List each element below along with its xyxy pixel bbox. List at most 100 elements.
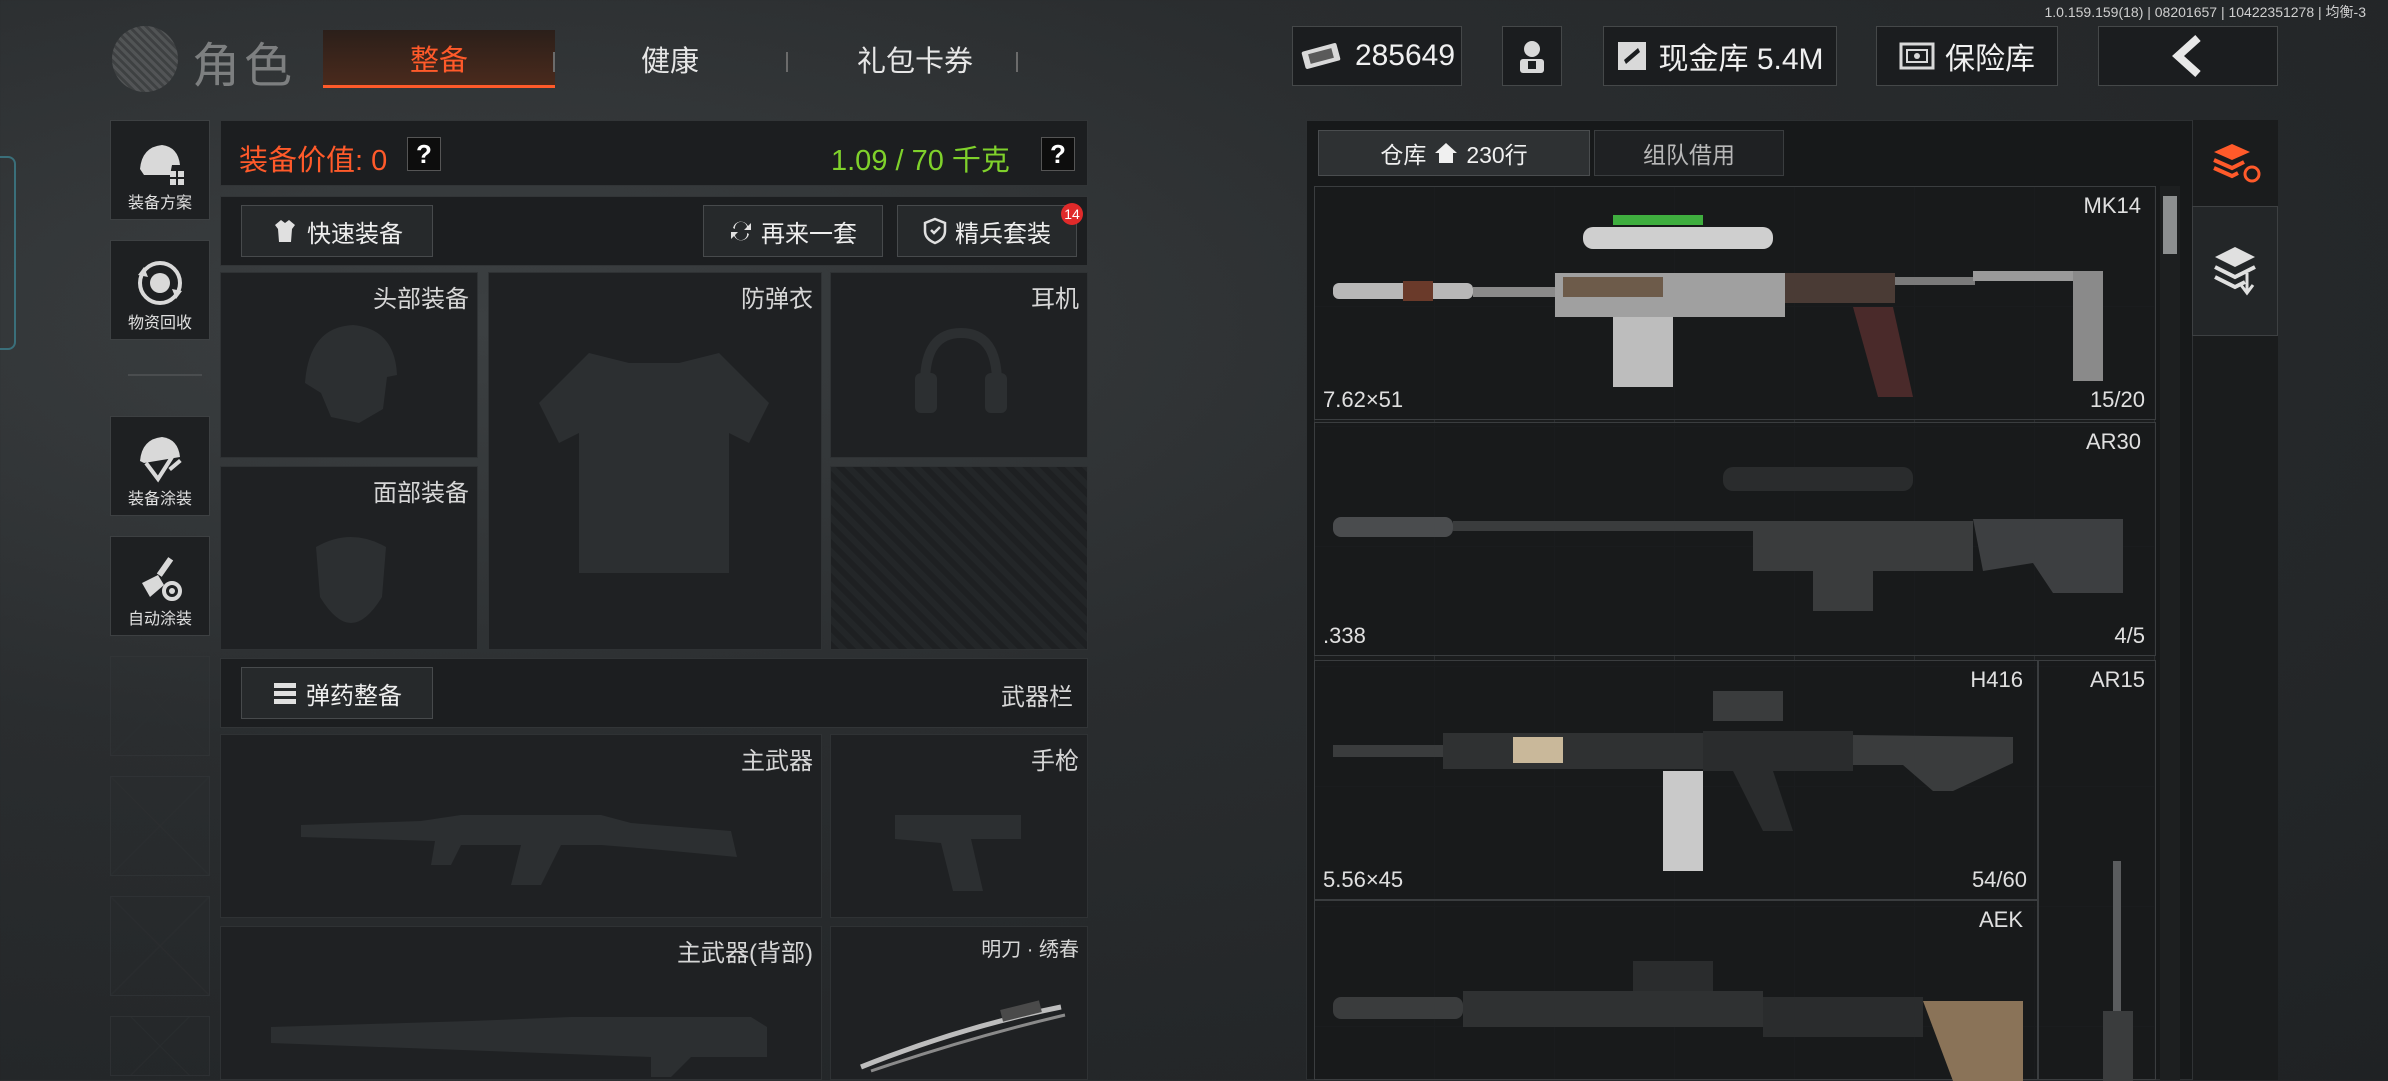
warehouse-item-aek[interactable]: AEK [1314,900,2038,1081]
warehouse-scrollbar[interactable] [2160,186,2180,1080]
warehouse-item-h416[interactable]: H416 5.56×45 54/60 [1314,660,2038,900]
item-name: AR30 [2085,429,2141,454]
slot-label: 手枪 [1031,748,1079,775]
cash-vault-button[interactable]: 现金库 5.4M [1603,26,1837,86]
recycle-icon [138,261,182,305]
slot-label: 面部装备 [373,480,469,507]
ar15-rifle-icon [2103,861,2133,1081]
pistol-silhouette-icon [895,815,1021,891]
slot-label: 主武器 [741,748,813,775]
safe-box-button[interactable]: 保险库 [1876,26,2058,86]
tab-separator [1016,52,1018,72]
store-button[interactable] [2192,206,2278,336]
operator-button[interactable] [1502,26,1562,86]
slot-label: 耳机 [1031,286,1079,313]
stack-refresh-icon [2213,144,2261,183]
melee-slot[interactable]: 明刀 · 绣春 [830,926,1088,1080]
again-button[interactable]: 再来一套 [703,205,883,257]
elite-kit-button[interactable]: 精兵套装 [897,205,1077,257]
edge-drawer-handle[interactable] [0,156,16,350]
warehouse-item-mk14[interactable]: MK14 7.62×51 15/20 [1314,186,2156,420]
tab-storage[interactable]: 仓库 230行 [1318,130,1590,176]
ammo-prep-label: 弹药整备 [306,682,402,710]
tab-separator [786,52,788,72]
empty-gear-slot [830,466,1088,650]
page-title: 角色 [192,40,297,93]
slot-label: 明刀 · 绣春 [981,939,1079,961]
elite-kit-label: 精兵套装 [955,220,1051,248]
paint-button[interactable]: 装备涂装 [110,416,210,516]
tab-separator [553,52,555,72]
weapon-bar-label: 武器栏 [1001,684,1073,711]
aek-rifle-icon [1333,961,2023,1081]
item-ammo: 15/20 [2089,387,2145,412]
h416-rifle-icon [1333,691,2013,871]
version-info: 1.0.159.159(18) | 08201657 | 10422351278… [2044,4,2367,20]
equip-plan-button[interactable]: 装备方案 [110,120,210,220]
item-caliber: .338 [1323,623,1366,648]
shield-icon [923,217,947,245]
pistol-slot[interactable]: 手枪 [830,734,1088,918]
rifle-silhouette-icon [301,815,737,885]
currency-display[interactable]: 285649 [1292,26,1462,86]
headset-slot[interactable]: 耳机 [830,272,1088,458]
sidebar-item-label: 装备涂装 [127,491,192,508]
tab-equip[interactable]: 整备 [323,30,555,88]
recycle-button[interactable]: 物资回收 [110,240,210,340]
banknote-icon [1301,43,1341,69]
item-caliber: 7.62×51 [1323,387,1404,412]
sidebar-item-label: 物资回收 [127,315,192,332]
tab-team-borrow[interactable]: 组队借用 [1594,130,1784,176]
primary-back-slot[interactable]: 主武器(背部) [220,926,822,1080]
refresh-icon [731,221,751,241]
helmet-silhouette-icon [305,325,397,423]
item-name: AR15 [2089,667,2145,692]
rifle-silhouette-icon [271,1017,767,1077]
empty-side-slot [110,656,210,756]
auto-paint-button[interactable]: 自动涂装 [110,536,210,636]
warehouse-item-ar15[interactable]: AR15 [2038,660,2156,1081]
warehouse-item-ar30[interactable]: AR30 .338 4/5 [1314,422,2156,656]
equipment-actions-bar: 快速装备 再来一套 精兵套装 14 [220,196,1088,266]
sword-icon [860,1000,1066,1073]
slot-label: 主武器(背部) [677,940,813,967]
equip-value: 装备价值: 0 [239,145,388,177]
ar30-rifle-icon [1333,467,2123,611]
item-name: AEK [1978,907,2023,932]
primary-weapon-slot[interactable]: 主武器 [220,734,822,918]
headset-silhouette-icon [915,327,1007,413]
ammo-icon [274,683,296,704]
item-ammo: 54/60 [1971,867,2027,892]
tab-health[interactable]: 健康 [570,30,770,88]
back-button[interactable] [2098,26,2278,86]
stack-download-icon [2214,247,2256,296]
mask-silhouette-icon [316,537,386,623]
armor-slot[interactable]: 防弹衣 [488,272,822,650]
quick-equip-button[interactable]: 快速装备 [241,205,433,257]
help-icon[interactable]: ? [407,137,441,171]
globe-logo-icon [112,26,178,92]
vest-silhouette-icon [539,353,769,573]
sort-button[interactable] [2196,124,2276,204]
weight-display: 1.09 / 70 千克 [831,145,1010,177]
tab-giftpack[interactable]: 礼包卡券 [800,30,1030,88]
slot-label: 头部装备 [373,286,469,313]
notification-badge: 14 [1061,203,1083,225]
storage-tab-label: 仓库 [1380,142,1427,168]
help-icon[interactable]: ? [1041,137,1075,171]
scrollbar-thumb[interactable] [2163,196,2177,254]
shirt-icon [275,220,295,242]
currency-amount: 285649 [1354,39,1456,72]
face-slot[interactable]: 面部装备 [220,466,478,650]
head-slot[interactable]: 头部装备 [220,272,478,458]
home-icon [1435,143,1458,163]
item-ammo: 4/5 [2114,623,2145,648]
ammo-prep-button[interactable]: 弹药整备 [241,667,433,719]
again-label: 再来一套 [761,220,857,248]
quick-equip-label: 快速装备 [307,220,403,248]
auto-paint-icon [142,557,182,601]
equipment-summary-bar: 装备价值: 0 ? 1.09 / 70 千克 ? [220,120,1088,186]
operator-icon [1520,41,1544,73]
safe-box-label: 保险库 [1945,43,2035,76]
weapon-bar-header: 弹药整备 武器栏 [220,658,1088,728]
